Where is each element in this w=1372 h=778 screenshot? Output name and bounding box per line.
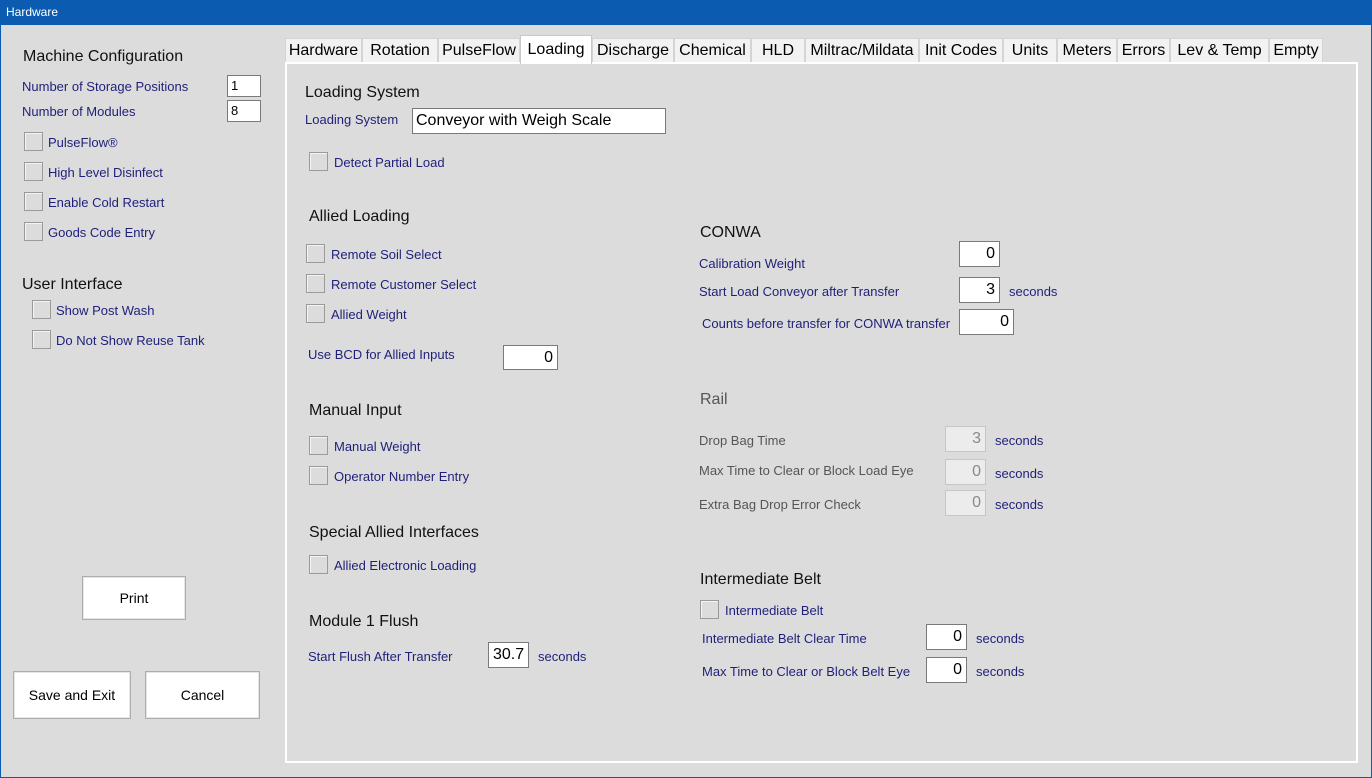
pulseflow-checkbox-label: PulseFlow® (48, 135, 118, 150)
tab-empty[interactable]: Empty (1269, 38, 1323, 63)
tab-loading[interactable]: Loading (520, 35, 592, 64)
window-client-area: Machine Configuration Number of Storage … (1, 25, 1371, 777)
loading-tab-panel: Loading System Loading System Conveyor w… (285, 62, 1358, 763)
modules-input[interactable]: 8 (227, 100, 261, 122)
extra-bag-drop-unit: seconds (995, 497, 1044, 512)
enable-cold-restart-label: Enable Cold Restart (48, 195, 165, 210)
do-not-show-reuse-tank-checkbox[interactable] (32, 330, 51, 349)
max-clear-belt-eye-field[interactable]: 0 (926, 657, 967, 683)
allied-electronic-loading-checkbox[interactable] (309, 555, 328, 574)
loading-system-field[interactable]: Conveyor with Weigh Scale (412, 108, 666, 134)
tab-units[interactable]: Units (1003, 38, 1057, 63)
storage-positions-input[interactable]: 1 (227, 75, 261, 97)
allied-weight-checkbox[interactable] (306, 304, 325, 323)
show-post-wash-checkbox[interactable] (32, 300, 51, 319)
intermediate-belt-checkbox[interactable] (700, 600, 719, 619)
tab-discharge[interactable]: Discharge (592, 38, 674, 63)
high-level-disinfect-checkbox[interactable] (24, 162, 43, 181)
pulseflow-checkbox[interactable] (24, 132, 43, 151)
start-load-conveyor-label: Start Load Conveyor after Transfer (699, 284, 900, 299)
remote-soil-select-label: Remote Soil Select (331, 247, 442, 262)
intermediate-belt-clear-label: Intermediate Belt Clear Time (702, 631, 867, 646)
tab-hld[interactable]: HLD (751, 38, 805, 63)
print-button[interactable]: Print (82, 576, 186, 620)
start-flush-after-transfer-label: Start Flush After Transfer (308, 649, 453, 664)
drop-bag-time-field[interactable]: 3 (945, 426, 986, 452)
intermediate-belt-checkbox-label: Intermediate Belt (725, 603, 824, 618)
special-allied-interfaces-header: Special Allied Interfaces (309, 524, 479, 541)
conwa-header: CONWA (700, 224, 761, 241)
detect-partial-load-label: Detect Partial Load (334, 155, 445, 170)
max-clear-load-eye-label: Max Time to Clear or Block Load Eye (699, 463, 914, 478)
start-flush-unit: seconds (538, 649, 587, 664)
bcd-allied-inputs-label: Use BCD for Allied Inputs (308, 347, 455, 362)
start-load-conveyor-field[interactable]: 3 (959, 277, 1000, 303)
calibration-weight-label: Calibration Weight (699, 256, 805, 271)
save-and-exit-button[interactable]: Save and Exit (13, 671, 131, 719)
show-post-wash-label: Show Post Wash (56, 303, 155, 318)
operator-number-entry-label: Operator Number Entry (334, 469, 470, 484)
start-flush-after-transfer-field[interactable]: 30.7 (488, 642, 529, 668)
remote-customer-select-label: Remote Customer Select (331, 277, 477, 292)
enable-cold-restart-checkbox[interactable] (24, 192, 43, 211)
tab-hardware[interactable]: Hardware (285, 38, 362, 63)
tab-miltrac-mildata[interactable]: Miltrac/Mildata (805, 38, 919, 63)
window-title: Hardware (6, 5, 59, 19)
window-title-bar: Hardware (0, 0, 1372, 25)
remote-soil-select-checkbox[interactable] (306, 244, 325, 263)
tab-errors[interactable]: Errors (1117, 38, 1170, 63)
max-clear-load-eye-field[interactable]: 0 (945, 459, 986, 485)
manual-weight-checkbox[interactable] (309, 436, 328, 455)
drop-bag-time-unit: seconds (995, 433, 1044, 448)
drop-bag-time-label: Drop Bag Time (699, 433, 786, 448)
calibration-weight-field[interactable]: 0 (959, 241, 1000, 267)
max-clear-load-eye-unit: seconds (995, 466, 1044, 481)
modules-label: Number of Modules (22, 104, 136, 119)
module-1-flush-header: Module 1 Flush (309, 613, 419, 630)
loading-system-header: Loading System (305, 84, 420, 101)
allied-electronic-loading-label: Allied Electronic Loading (334, 558, 477, 573)
operator-number-entry-checkbox[interactable] (309, 466, 328, 485)
allied-loading-header: Allied Loading (309, 208, 410, 225)
storage-positions-label: Number of Storage Positions (22, 79, 189, 94)
bcd-allied-inputs-field[interactable]: 0 (503, 345, 558, 370)
detect-partial-load-checkbox[interactable] (309, 152, 328, 171)
machine-configuration-header: Machine Configuration (23, 48, 184, 65)
user-interface-header: User Interface (22, 276, 123, 293)
extra-bag-drop-field[interactable]: 0 (945, 490, 986, 516)
extra-bag-drop-label: Extra Bag Drop Error Check (699, 497, 861, 512)
intermediate-belt-clear-field[interactable]: 0 (926, 624, 967, 650)
remote-customer-select-checkbox[interactable] (306, 274, 325, 293)
manual-weight-label: Manual Weight (334, 439, 421, 454)
tab-lev-temp[interactable]: Lev & Temp (1170, 38, 1269, 63)
tab-meters[interactable]: Meters (1057, 38, 1117, 63)
counts-before-transfer-field[interactable]: 0 (959, 309, 1014, 335)
max-clear-belt-eye-unit: seconds (976, 664, 1025, 679)
intermediate-belt-header: Intermediate Belt (700, 571, 821, 588)
counts-before-transfer-label: Counts before transfer for CONWA transfe… (702, 316, 951, 331)
tab-init-codes[interactable]: Init Codes (919, 38, 1003, 63)
tab-pulseflow[interactable]: PulseFlow (438, 38, 520, 63)
max-clear-belt-eye-label: Max Time to Clear or Block Belt Eye (702, 664, 911, 679)
goods-code-entry-label: Goods Code Entry (48, 225, 155, 240)
do-not-show-reuse-tank-label: Do Not Show Reuse Tank (56, 333, 205, 348)
goods-code-entry-checkbox[interactable] (24, 222, 43, 241)
start-load-conveyor-unit: seconds (1009, 284, 1058, 299)
manual-input-header: Manual Input (309, 402, 402, 419)
loading-system-label: Loading System (305, 112, 399, 127)
tab-chemical[interactable]: Chemical (674, 38, 751, 63)
high-level-disinfect-label: High Level Disinfect (48, 165, 163, 180)
cancel-button[interactable]: Cancel (145, 671, 260, 719)
allied-weight-label: Allied Weight (331, 307, 407, 322)
tab-rotation[interactable]: Rotation (362, 38, 438, 63)
intermediate-belt-clear-unit: seconds (976, 631, 1025, 646)
rail-header: Rail (700, 391, 728, 408)
